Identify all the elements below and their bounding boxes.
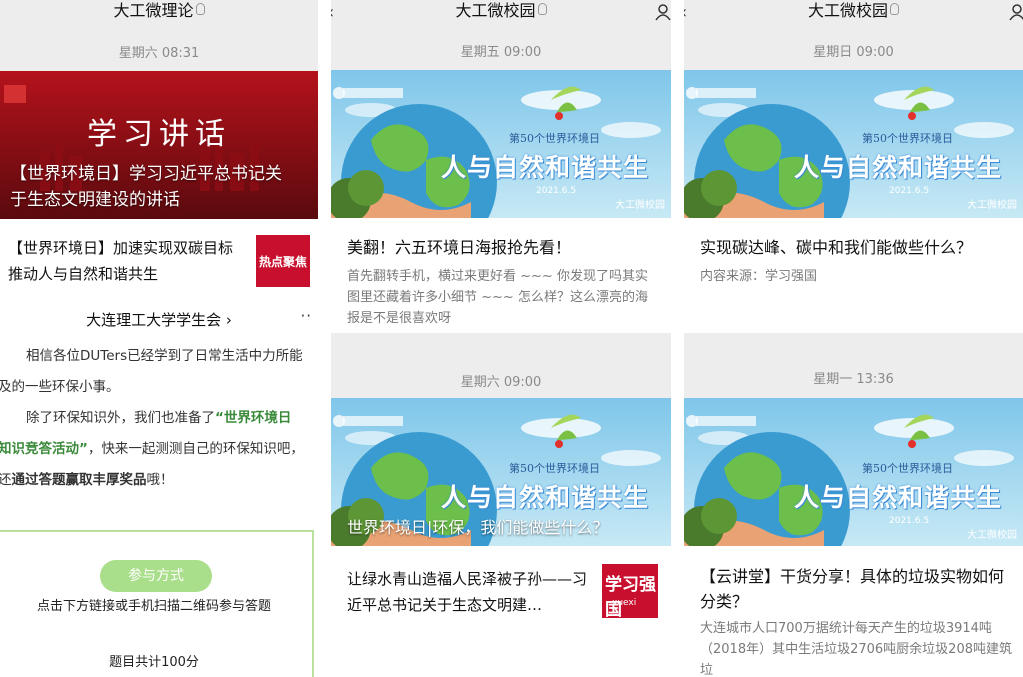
lead-article-banner[interactable]: 学习讲话 【世界环境日】学习习近平总书记关于生态文明建设的讲话 xyxy=(0,71,318,219)
chat-panel-middle: ‹ 大工微校园 星期五 09:00 第50个世界环境日 人与自然和谐共生 202… xyxy=(331,0,671,677)
chat-header: ‹ 大工微校园 xyxy=(331,0,671,26)
question-score-info: 题目共计100分 xyxy=(109,655,199,670)
poster-subtitle: 第50个世界环境日 xyxy=(509,462,600,475)
article-summary: 内容来源：学习强国 xyxy=(700,269,818,284)
article-card[interactable]: 第50个世界环境日 人与自然和谐共生 2021.6.5 大工微校园 【云讲堂】干… xyxy=(684,398,1023,677)
back-chevron-icon[interactable]: ‹ xyxy=(684,2,687,24)
more-icon[interactable]: ·· xyxy=(300,307,312,325)
article-card[interactable]: 第50个世界环境日 人与自然和谐共生 2021.6.5 大工微校园 美翻！六五环… xyxy=(331,70,671,333)
article-title[interactable]: 【云讲堂】干货分享！具体的垃圾实物如何分类？ xyxy=(700,564,1010,614)
back-chevron-icon[interactable]: ‹ xyxy=(331,2,334,24)
profile-icon[interactable] xyxy=(655,3,671,21)
article-card[interactable]: 第50个世界环境日 人与自然和谐共生 世界环境日|环保，我们能做些什么？ 让绿水… xyxy=(331,398,671,677)
article-summary: 首先翻转手机，横过来更好看 ~~~ 你发现了吗其实图里还藏着许多小细节 ~~~ … xyxy=(347,269,648,326)
poster-headline: 人与自然和谐共生 xyxy=(441,153,650,182)
chat-title: 大工微理论 xyxy=(113,1,194,20)
poster-headline: 人与自然和谐共生 xyxy=(441,483,650,512)
thumbnail-subtext: xuexi xyxy=(612,598,637,608)
thumbnail-text: 学习强国 xyxy=(605,575,656,618)
article-body: 大连理工大学学生会 › ·· 相信各位DUTers已经学到了日常生活中力所能及的… xyxy=(0,289,318,677)
watermark: 大工微校园 xyxy=(967,200,1017,211)
article-title[interactable]: 让绿水青山造福人民泽被子孙——习近平总书记关于生态文明建… xyxy=(347,566,597,618)
environment-day-poster[interactable]: 第50个世界环境日 人与自然和谐共生 2021.6.5 大工微校园 xyxy=(331,70,671,218)
poster-headline: 人与自然和谐共生 xyxy=(794,153,1003,182)
banner-heading: 学习讲话 xyxy=(87,117,231,152)
profile-icon[interactable] xyxy=(1009,3,1023,21)
lead-article-title: 世界环境日|环保，我们能做些什么？ xyxy=(347,518,609,537)
chat-header: ‹ 大工微校园 xyxy=(684,0,1023,26)
poster-date: 2021.6.5 xyxy=(889,186,930,196)
chat-header: 大工微理论 xyxy=(0,0,318,26)
environment-day-poster[interactable]: 第50个世界环境日 人与自然和谐共生 世界环境日|环保，我们能做些什么？ xyxy=(331,398,671,548)
ear-icon[interactable] xyxy=(537,3,547,15)
participation-instructions: 点击下方链接或手机扫描二维码参与答题 xyxy=(36,599,271,614)
chat-panel-left: 大工微理论 星期六 08:31 学习讲话 【世界环境日】学习习近平总书记关于生态… xyxy=(0,0,318,677)
poster-artwork xyxy=(684,398,1023,546)
account-name: 大连理工大学学生会 xyxy=(86,311,222,329)
message-timestamp: 星期六 08:31 xyxy=(118,46,200,61)
chat-title: 大工微校园 xyxy=(455,1,536,20)
poster-subtitle: 第50个世界环境日 xyxy=(862,462,953,475)
paragraph-2: 除了环保知识外，我们也准备了“世界环境日知识竞答活动”，快来一起测测自己的环保知… xyxy=(0,410,304,488)
message-timestamp: 星期五 09:00 xyxy=(460,45,542,60)
ear-icon[interactable] xyxy=(195,3,205,15)
chevron-right-icon: › xyxy=(225,311,232,329)
watermark: 大工微校园 xyxy=(967,530,1017,541)
chat-panel-right: ‹ 大工微校园 星期日 09:00 第50个世界环境日 人与自然和谐共生 202… xyxy=(684,0,1023,677)
poster-headline: 人与自然和谐共生 xyxy=(794,483,1003,512)
article-card[interactable]: 学习讲话 【世界环境日】学习习近平总书记关于生态文明建设的讲话 【世界环境日】加… xyxy=(0,71,318,289)
poster-date: 2021.6.5 xyxy=(536,186,577,196)
poster-date: 2021.6.5 xyxy=(889,516,930,526)
watermark: 大工微校园 xyxy=(615,200,665,211)
prize-highlight: 通过答题赢取丰厚奖品 xyxy=(11,472,147,488)
chat-title: 大工微校园 xyxy=(807,1,888,20)
message-timestamp: 星期一 13:36 xyxy=(813,372,894,387)
article-title[interactable]: 实现碳达峰、碳中和我们能做些什么？ xyxy=(700,236,1016,260)
lead-article-title: 【世界环境日】学习习近平总书记关于生态文明建设的讲话 xyxy=(10,164,282,210)
participation-button[interactable]: 参与方式 xyxy=(100,560,212,592)
environment-day-poster[interactable]: 第50个世界环境日 人与自然和谐共生 2021.6.5 大工微校园 xyxy=(684,70,1023,218)
paragraph-1: 相信各位DUTers已经学到了日常生活中力所能及的一些环保小事。 xyxy=(0,348,303,395)
message-timestamp: 星期日 09:00 xyxy=(813,45,894,60)
thumbnail-text: 热点聚焦 xyxy=(258,255,307,269)
article-summary: 大连城市人口700万据统计每天产生的垃圾3914吨（2018年）其中生活垃圾27… xyxy=(700,621,1012,677)
poster-subtitle: 第50个世界环境日 xyxy=(862,132,953,145)
poster-subtitle: 第50个世界环境日 xyxy=(509,132,600,145)
article-thumbnail[interactable]: 学习强国 xuexi xyxy=(602,564,658,618)
article-thumbnail[interactable]: 热点聚焦 xyxy=(256,235,310,287)
message-timestamp: 星期六 09:00 xyxy=(460,375,542,390)
ear-icon[interactable] xyxy=(890,3,899,15)
environment-day-poster[interactable]: 第50个世界环境日 人与自然和谐共生 2021.6.5 大工微校园 xyxy=(684,398,1023,548)
article-card[interactable]: 第50个世界环境日 人与自然和谐共生 2021.6.5 大工微校园 实现碳达峰、… xyxy=(684,70,1023,333)
article-title[interactable]: 【世界环境日】加速实现双碳目标 推动人与自然和谐共生 xyxy=(8,235,238,287)
article-title[interactable]: 美翻！六五环境日海报抢先看！ xyxy=(347,236,663,260)
account-link[interactable]: 大连理工大学学生会 › xyxy=(0,309,318,330)
